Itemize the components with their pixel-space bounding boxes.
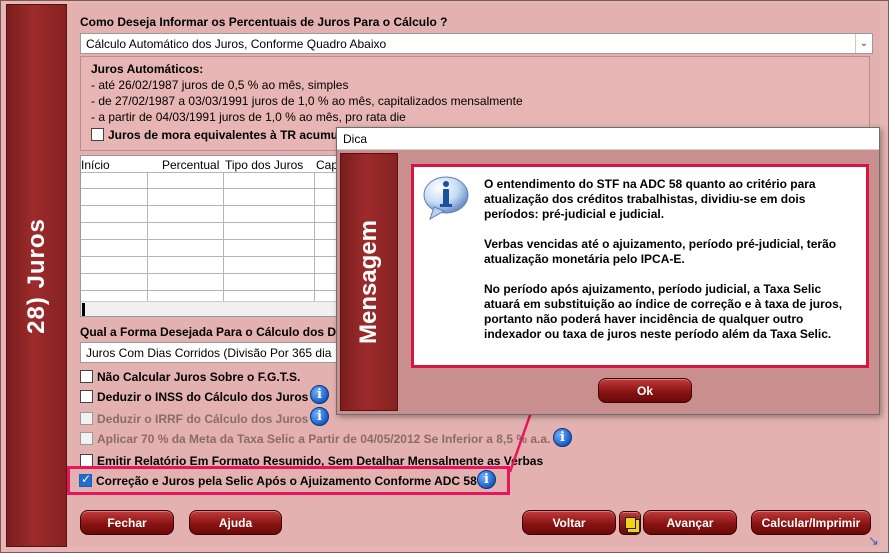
table-divider: [223, 172, 224, 302]
option-selic-meta: Aplicar 70 % da Meta da Taxa Selic a Par…: [80, 432, 550, 446]
ok-button[interactable]: Ok: [598, 378, 692, 403]
copy-icon: [624, 517, 636, 529]
message-paragraph: No período após ajuizamento, período jud…: [484, 282, 843, 341]
voltar-button[interactable]: Voltar: [522, 510, 616, 535]
question-percentuais: Como Deseja Informar os Percentuais de J…: [80, 15, 448, 29]
section-title: 28) Juros: [22, 217, 50, 334]
select-dias[interactable]: Juros Com Dias Corridos (Divisão Por 365…: [80, 342, 340, 363]
table-row[interactable]: [81, 189, 336, 206]
copy-button[interactable]: [619, 511, 641, 535]
option-fgts[interactable]: Não Calcular Juros Sobre o F.G.T.S.: [80, 370, 300, 384]
voltar-label: Voltar: [552, 515, 586, 530]
auto-juros-title: Juros Automáticos:: [91, 62, 204, 76]
auto-juros-line: - de 27/02/1987 a 03/03/1991 juros de 1,…: [91, 94, 523, 108]
select-dias-value: Juros Com Dias Corridos (Divisão Por 365…: [86, 346, 332, 360]
fechar-button[interactable]: Fechar: [80, 510, 174, 535]
option-irrf: Deduzir o IRRF do Cálculo dos Juros: [80, 412, 308, 426]
info-icon[interactable]: i: [310, 407, 329, 426]
option-adc58-label: Correção e Juros pela Selic Após o Ajuiz…: [96, 474, 477, 488]
ok-label: Ok: [636, 383, 653, 398]
message-paragraph: Verbas vencidas até o ajuizamento, perío…: [484, 237, 837, 266]
scrollbar-thumb[interactable]: [82, 303, 85, 316]
auto-juros-line: - até 26/02/1987 juros de 0,5 % ao mês, …: [91, 78, 349, 92]
table-divider: [314, 172, 315, 302]
dialog-body: Mensagem O entendimento do STF na ADC 58…: [337, 150, 879, 414]
ajuda-label: Ajuda: [218, 515, 253, 530]
info-icon[interactable]: i: [477, 470, 496, 489]
table-row[interactable]: [81, 206, 336, 223]
dialog-band: Mensagem: [340, 153, 398, 411]
table-row[interactable]: [81, 223, 336, 240]
chevron-down-icon[interactable]: ⌄: [855, 34, 872, 53]
auto-juros-line: - a partir de 04/03/1991 juros de 1,0 % …: [91, 110, 406, 124]
option-inss[interactable]: Deduzir o INSS do Cálculo dos Juros: [80, 390, 308, 404]
table-divider: [147, 172, 148, 302]
select-percentuais-value: Cálculo Automático dos Juros, Conforme Q…: [86, 37, 387, 51]
calcular-label: Calcular/Imprimir: [761, 515, 861, 530]
info-icon[interactable]: i: [553, 428, 572, 447]
checkbox-inss[interactable]: [80, 390, 93, 403]
tr-checkbox-row[interactable]: Juros de mora equivalentes à TR acumu: [91, 128, 338, 142]
message-text: O entendimento do STF na ADC 58 quanto a…: [484, 177, 859, 357]
message-paragraph: O entendimento do STF na ADC 58 quanto a…: [484, 177, 816, 221]
avancar-label: Avançar: [666, 515, 714, 530]
fechar-label: Fechar: [107, 515, 147, 530]
juros-table[interactable]: Início Percentual Tipo dos Juros Cap: [80, 155, 337, 317]
dialog-title: Dica: [337, 128, 879, 150]
ajuda-button[interactable]: Ajuda: [189, 510, 282, 535]
tr-checkbox-label: Juros de mora equivalentes à TR acumu: [108, 128, 339, 142]
option-selic-meta-label: Aplicar 70 % da Meta da Taxa Selic a Par…: [97, 432, 551, 446]
checkbox-fgts[interactable]: [80, 370, 93, 383]
table-row[interactable]: [81, 240, 336, 257]
calcular-button[interactable]: Calcular/Imprimir: [751, 510, 871, 535]
dica-dialog: Dica Mensagem O entendimento do STF na A…: [336, 127, 880, 415]
question-dias: Qual a Forma Desejada Para o Cálculo dos…: [80, 325, 340, 339]
table-row[interactable]: [81, 172, 336, 189]
checkbox-irrf: [80, 412, 93, 425]
checkbox-selic-meta: [80, 432, 93, 445]
avancar-button[interactable]: Avançar: [643, 510, 737, 535]
checkbox-adc58[interactable]: [79, 472, 92, 487]
option-inss-label: Deduzir o INSS do Cálculo dos Juros: [97, 390, 309, 404]
table-scrollbar[interactable]: [81, 301, 336, 316]
dialog-band-title: Mensagem: [355, 219, 382, 345]
select-percentuais[interactable]: Cálculo Automático dos Juros, Conforme Q…: [80, 33, 873, 54]
table-row[interactable]: [81, 257, 336, 274]
section-band: 28) Juros: [6, 4, 67, 547]
message-box: O entendimento do STF na ADC 58 quanto a…: [411, 164, 869, 368]
option-fgts-label: Não Calcular Juros Sobre o F.G.T.S.: [97, 370, 301, 384]
info-balloon-icon: [423, 176, 469, 221]
option-adc58[interactable]: Correção e Juros pela Selic Após o Ajuiz…: [79, 472, 477, 488]
option-irrf-label: Deduzir o IRRF do Cálculo dos Juros: [97, 412, 309, 426]
resize-grip-icon[interactable]: ↘: [868, 533, 879, 549]
tr-checkbox[interactable]: [91, 128, 104, 141]
table-row[interactable]: [81, 274, 336, 291]
info-icon[interactable]: i: [310, 385, 329, 404]
